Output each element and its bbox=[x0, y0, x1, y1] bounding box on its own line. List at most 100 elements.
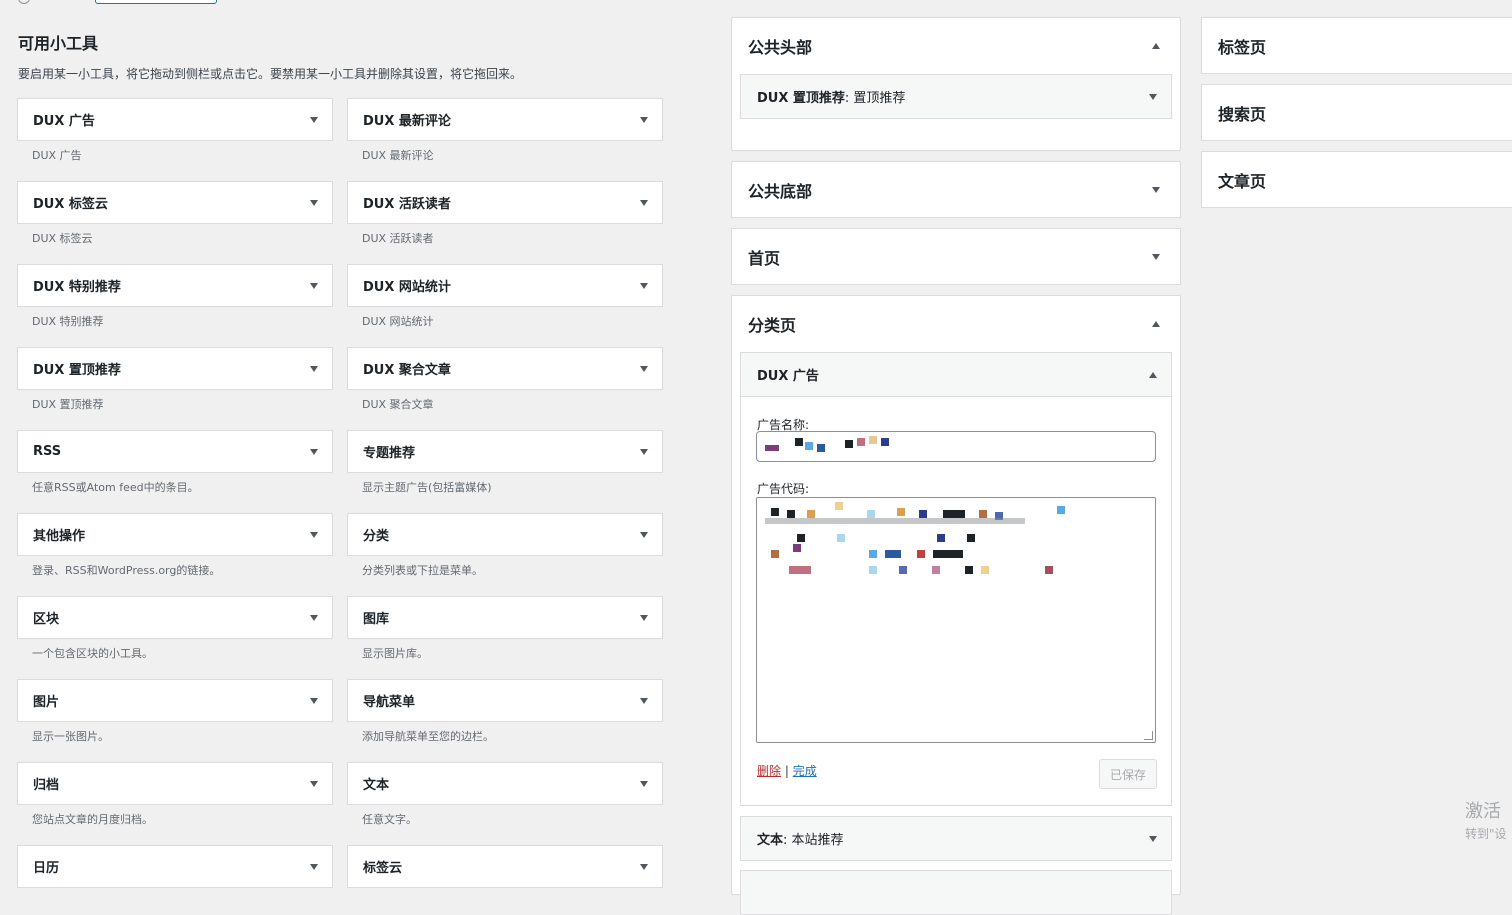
widget-item[interactable]: 归档 bbox=[17, 762, 333, 805]
widget-item[interactable]: DUX 聚合文章 bbox=[347, 347, 663, 390]
widget-title: 其他操作 bbox=[33, 529, 86, 544]
expand-icon[interactable] bbox=[310, 282, 318, 289]
expand-icon[interactable] bbox=[310, 863, 318, 870]
available-widget: DUX 网站统计 DUX 网站统计 bbox=[347, 264, 663, 329]
widget-description: 添加导航菜单至您的边栏。 bbox=[362, 730, 494, 743]
available-widget: 日历 bbox=[17, 845, 333, 894]
sidebar-article-page[interactable]: 文章页 bbox=[1201, 151, 1512, 208]
ad-code-textarea[interactable] bbox=[756, 497, 1156, 743]
widget-item[interactable]: 日历 bbox=[17, 845, 333, 888]
widget-description bbox=[347, 888, 663, 894]
sidebar-category: 分类页 DUX 广告 广告名称: 广告代码: 删除 | 完成 已保存 文本: 本… bbox=[731, 295, 1181, 915]
resize-grip-icon[interactable] bbox=[1144, 731, 1153, 740]
widget-form: 广告名称: 广告代码: 删除 | 完成 已保存 bbox=[740, 397, 1172, 806]
sidebar-home[interactable]: 首页 bbox=[731, 228, 1181, 285]
expand-icon[interactable] bbox=[310, 116, 318, 123]
expand-icon[interactable] bbox=[640, 199, 648, 206]
expand-icon[interactable] bbox=[640, 365, 648, 372]
top-partial-controls bbox=[0, 0, 230, 4]
widget-top-recommend[interactable]: DUX 置顶推荐: 置顶推荐 bbox=[740, 74, 1172, 119]
sidebar-header-bar[interactable]: 公共头部 bbox=[732, 18, 1180, 73]
widget-description: 任意文字。 bbox=[362, 813, 417, 826]
available-widgets-description: 要启用某一小工具，将它拖动到侧栏或点击它。要禁用某一小工具并删除其设置，将它拖回… bbox=[18, 67, 523, 81]
widget-title: DUX 活跃读者 bbox=[363, 197, 451, 212]
available-widget: 标签云 bbox=[347, 845, 663, 894]
widget-description: 显示图片库。 bbox=[362, 647, 428, 660]
expand-icon[interactable] bbox=[1149, 835, 1157, 842]
collapse-icon[interactable] bbox=[1152, 320, 1160, 327]
widget-description: 显示主题广告(包括富媒体) bbox=[362, 481, 492, 494]
expand-icon[interactable] bbox=[640, 863, 648, 870]
available-widget: 区块 一个包含区块的小工具。 bbox=[17, 596, 333, 661]
widget-item[interactable]: 专题推荐 bbox=[347, 430, 663, 473]
widget-item[interactable]: 图片 bbox=[17, 679, 333, 722]
sidebar-search-page[interactable]: 搜索页 bbox=[1201, 84, 1512, 141]
available-widget: DUX 活跃读者 DUX 活跃读者 bbox=[347, 181, 663, 246]
sidebar-title: 公共底部 bbox=[748, 181, 813, 201]
sidebar-common-footer[interactable]: 公共底部 bbox=[731, 161, 1181, 218]
available-widget: DUX 聚合文章 DUX 聚合文章 bbox=[347, 347, 663, 412]
sidebar-title: 公共头部 bbox=[748, 37, 813, 57]
partial-button[interactable] bbox=[95, 0, 217, 4]
widget-item[interactable]: 图库 bbox=[347, 596, 663, 639]
sidebar-title: 首页 bbox=[748, 248, 781, 268]
widget-item[interactable]: DUX 广告 bbox=[17, 98, 333, 141]
expand-icon[interactable] bbox=[1152, 253, 1160, 260]
expand-icon[interactable] bbox=[640, 116, 648, 123]
available-widget: 其他操作 登录、RSS和WordPress.org的链接。 bbox=[17, 513, 333, 578]
widget-item[interactable]: DUX 特别推荐 bbox=[17, 264, 333, 307]
expand-icon[interactable] bbox=[310, 614, 318, 621]
widget-item[interactable]: DUX 网站统计 bbox=[347, 264, 663, 307]
collapse-icon[interactable] bbox=[1152, 42, 1160, 49]
widget-item[interactable]: DUX 活跃读者 bbox=[347, 181, 663, 224]
expand-icon[interactable] bbox=[310, 199, 318, 206]
widget-item[interactable]: 分类 bbox=[347, 513, 663, 556]
available-widget: DUX 最新评论 DUX 最新评论 bbox=[347, 98, 663, 163]
expand-icon[interactable] bbox=[310, 531, 318, 538]
delete-link[interactable]: 删除 bbox=[757, 764, 781, 778]
done-link[interactable]: 完成 bbox=[793, 764, 817, 778]
saved-button[interactable]: 已保存 bbox=[1099, 759, 1157, 789]
expand-icon[interactable] bbox=[640, 448, 648, 455]
expand-icon[interactable] bbox=[310, 697, 318, 704]
expand-icon[interactable] bbox=[310, 448, 318, 455]
expand-icon[interactable] bbox=[640, 531, 648, 538]
expand-icon[interactable] bbox=[1152, 186, 1160, 193]
expand-icon[interactable] bbox=[640, 697, 648, 704]
widget-item[interactable]: 文本 bbox=[347, 762, 663, 805]
radio-circle[interactable] bbox=[18, 0, 30, 4]
available-widget: DUX 广告 DUX 广告 bbox=[17, 98, 333, 163]
widget-item[interactable]: DUX 置顶推荐 bbox=[17, 347, 333, 390]
sidebar-title: 搜索页 bbox=[1218, 104, 1267, 124]
widget-item[interactable]: RSS bbox=[17, 430, 333, 473]
expand-icon[interactable] bbox=[310, 365, 318, 372]
widget-item[interactable]: DUX 最新评论 bbox=[347, 98, 663, 141]
widget-title: 文本 bbox=[363, 778, 390, 793]
sidebar-tags-page[interactable]: 标签页 bbox=[1201, 17, 1512, 74]
widget-item[interactable]: DUX 标签云 bbox=[17, 181, 333, 224]
expand-icon[interactable] bbox=[640, 780, 648, 787]
sidebar-title: 标签页 bbox=[1218, 37, 1267, 57]
expand-icon[interactable] bbox=[640, 614, 648, 621]
widget-instance-title: 置顶推荐 bbox=[853, 91, 906, 106]
widget-item[interactable]: 标签云 bbox=[347, 845, 663, 888]
expand-icon[interactable] bbox=[310, 780, 318, 787]
sidebar-header-bar[interactable]: 分类页 bbox=[732, 296, 1180, 351]
widget-description: 任意RSS或Atom feed中的条目。 bbox=[32, 481, 199, 494]
widget-item[interactable]: 其他操作 bbox=[17, 513, 333, 556]
widget-description: DUX 聚合文章 bbox=[362, 398, 434, 411]
widget-dux-ad-open[interactable]: DUX 广告 bbox=[740, 352, 1172, 397]
expand-icon[interactable] bbox=[1149, 93, 1157, 100]
ad-name-input[interactable] bbox=[756, 431, 1156, 462]
sidebar-title: 文章页 bbox=[1218, 171, 1267, 191]
widget-description: DUX 活跃读者 bbox=[362, 232, 434, 245]
widget-text-recommend[interactable]: 文本: 本站推荐 bbox=[740, 816, 1172, 861]
expand-icon[interactable] bbox=[640, 282, 648, 289]
available-widget: 分类 分类列表或下拉是菜单。 bbox=[347, 513, 663, 578]
widget-item[interactable]: 区块 bbox=[17, 596, 333, 639]
widget-description: 显示一张图片。 bbox=[32, 730, 109, 743]
available-widget: 专题推荐显示主题广告(包括富媒体) bbox=[347, 430, 663, 495]
widget-item[interactable]: 导航菜单 bbox=[347, 679, 663, 722]
available-widget: 图片显示一张图片。 bbox=[17, 679, 333, 744]
collapse-icon[interactable] bbox=[1149, 371, 1157, 378]
